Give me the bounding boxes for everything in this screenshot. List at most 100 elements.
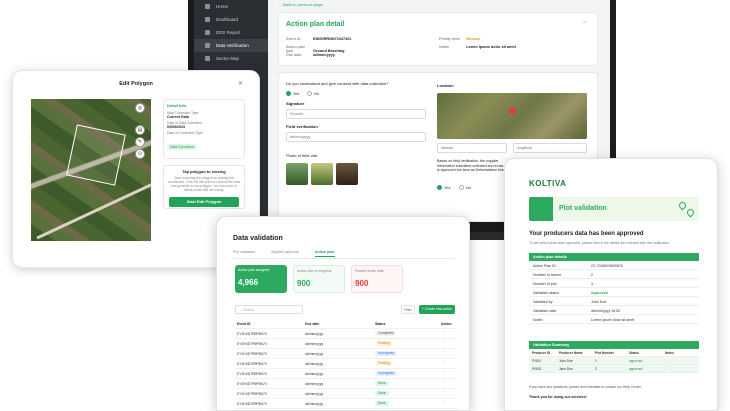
notes-cell: -	[665, 367, 667, 371]
consent-question: Do you understand and give consent with …	[286, 81, 389, 86]
back-link[interactable]: ← Back to previous page	[278, 2, 600, 7]
field-key: Notes	[439, 45, 449, 49]
radio-label: No	[466, 185, 472, 190]
search-input[interactable]: ⌕ Search	[235, 305, 303, 314]
status-badge: Pending	[375, 341, 393, 346]
consent-yes-radio[interactable]: Yes	[286, 91, 300, 97]
detail-row: Notes Lorem ipsum dolor sit amet	[529, 315, 699, 324]
details-body: Action Plan ID G7 2345678909876 Number of …	[529, 261, 699, 324]
event-id-cell: EY2H4D7R9P8N7V	[237, 332, 268, 336]
latitude-input[interactable]: latitude	[437, 143, 507, 153]
field-photo-1[interactable]	[286, 163, 308, 185]
more-icon[interactable]: ⋯	[443, 390, 446, 394]
field-verification-date-input[interactable]: dd/mm/yyyy	[286, 132, 426, 142]
detail-value: Approved	[591, 291, 608, 295]
locate-icon[interactable]: ◎	[135, 103, 145, 113]
radio-label: No	[314, 91, 320, 96]
detail-row: Action Plan ID G7 2345678909876	[529, 261, 699, 270]
consent-no-radio[interactable]: No	[307, 91, 320, 97]
sidebar-item-dds-report[interactable]: DDS Report	[194, 26, 268, 39]
table-row[interactable]: EY2H4D7R9P8N7V dd/mm/yyyy Completed ⋯	[235, 329, 457, 339]
signature-label: Signature	[286, 101, 305, 106]
filter-button[interactable]: Filter	[401, 305, 415, 314]
map-road	[36, 181, 151, 240]
detail-key: Number of farmer	[533, 273, 562, 277]
table-row[interactable]: EY2H4D7R9P8N7V dd/mm/yyyy Done ⋯	[235, 389, 457, 399]
table-row[interactable]: EY2H4D7R9P8N7V dd/mm/yyyy Done ⋯	[235, 399, 457, 409]
detail-key: Validated by	[533, 300, 553, 304]
sidebar-item-dashboard[interactable]: Dashboard	[194, 13, 268, 26]
info-value: Current Data	[167, 115, 189, 119]
table-row[interactable]: EY2H4D7R9P8N7V dd/mm/yyyy Pending ⋯	[235, 359, 457, 369]
field-photo-2[interactable]	[311, 163, 333, 185]
action-plan-title: Action plan detail	[286, 21, 345, 28]
stat-in-progress[interactable]: Action plan in progress 900	[293, 265, 345, 293]
more-icon[interactable]: ⋯	[443, 400, 446, 404]
due-date-cell: dd/mm/yyyy	[305, 402, 324, 406]
draw-icon[interactable]: ✎	[135, 137, 145, 147]
verification-icon	[205, 43, 210, 48]
field-key: Priority level	[439, 37, 460, 41]
stat-value: 4,966	[238, 278, 259, 287]
stat-assigned[interactable]: Action plan assigned 4,966	[235, 265, 287, 293]
detail-value: dd/mm/yyyy 16:52	[591, 309, 621, 313]
satellite-map[interactable]	[31, 99, 151, 241]
tab-supplier-approval[interactable]: Supplier approval	[271, 250, 299, 254]
more-icon[interactable]: ⋯	[443, 360, 446, 364]
summary-row: P0001 John Doe 1 approved -	[529, 357, 699, 365]
column-header: Event ID	[237, 322, 251, 326]
detail-info-panel: Detail Info Map Correction Type Current …	[163, 99, 245, 159]
detail-value: 2	[591, 273, 593, 277]
sidebar-item-label: Home	[216, 4, 229, 9]
table-row[interactable]: EY2H4D7R9P8N7V dd/mm/yyyy Pending ⋯	[235, 339, 457, 349]
event-id-cell: EY2H4D7R9P8N7V	[237, 372, 268, 376]
chevron-up-icon[interactable]: ⌃	[582, 21, 587, 28]
sidebar-item-home[interactable]: Home	[194, 0, 268, 13]
sidebar-item-data-verification[interactable]: Data Verification	[194, 39, 268, 52]
plot-polygon[interactable]	[66, 124, 126, 186]
statement-no-radio[interactable]: No	[459, 185, 472, 191]
field-photo-3[interactable]	[336, 163, 358, 185]
notes-cell: -	[665, 359, 667, 363]
event-id-cell: EY2H4D7R9P8N7V	[237, 362, 268, 366]
status-cell: approved	[629, 367, 643, 371]
table-row[interactable]: EY2H4D7R9P8N7V dd/mm/yyyy In progress ⋯	[235, 349, 457, 359]
more-icon[interactable]: ⋯	[443, 340, 446, 344]
layers-icon[interactable]: ▤	[135, 125, 145, 135]
priority-badge: Medium	[466, 37, 481, 41]
column-header: Notes	[665, 351, 674, 355]
sidebar-item-sector-map[interactable]: Sector Map	[194, 52, 268, 65]
location-map[interactable]	[437, 93, 587, 139]
signature-input[interactable]: Smooth	[286, 109, 426, 119]
table-row[interactable]: EY2H4D7R9P8N7V dd/mm/yyyy Done ⋯	[235, 379, 457, 389]
start-edit-polygon-button[interactable]: Start Edit Polygon	[169, 197, 239, 207]
stat-passed[interactable]: Passed action date 900	[351, 265, 403, 293]
validation-summary: Validation Summary Producer ID Producer …	[529, 341, 699, 373]
tab-action-plan[interactable]: Action plan	[315, 250, 335, 257]
status-badge: In progress	[375, 371, 397, 376]
sidebar-item-label: Data Verification	[216, 43, 249, 48]
due-date-cell: dd/mm/yyyy	[305, 362, 324, 366]
tab-plot-validation[interactable]: Plot validation	[233, 250, 255, 254]
longitude-input[interactable]: longitude	[513, 143, 587, 153]
column-header: Producer ID	[532, 351, 551, 355]
close-icon[interactable]: ✕	[238, 80, 243, 87]
summary-header: Validation Summary	[529, 341, 699, 349]
detail-value: Lorem ipsum dolor sit amet	[591, 318, 635, 322]
detail-row: Number of farmer 2	[529, 270, 699, 279]
more-icon[interactable]: ⋯	[443, 350, 446, 354]
table-row[interactable]: EY2H4D7R9P8N7V dd/mm/yyyy In progress ⋯	[235, 369, 457, 379]
producer-id-cell: P0002	[532, 367, 542, 371]
create-action-plan-button[interactable]: + Create new action plan	[419, 305, 455, 320]
home-icon	[205, 4, 210, 9]
notes-row: Notes Lorem ipsum dolor sit amet	[439, 45, 516, 49]
more-icon[interactable]: ⋯	[443, 330, 446, 334]
tap-title: Tap polygon to closing	[182, 169, 226, 174]
more-icon[interactable]: ⋯	[443, 370, 446, 374]
target-icon[interactable]: ⊙	[135, 149, 145, 159]
detail-value: G7 2345678909876	[591, 264, 623, 268]
more-icon[interactable]: ⋯	[443, 380, 446, 384]
banner-accent	[529, 197, 553, 221]
summary-columns: Producer ID Producer Name Plot Number St…	[529, 349, 699, 357]
statement-yes-radio[interactable]: Yes	[437, 185, 451, 191]
